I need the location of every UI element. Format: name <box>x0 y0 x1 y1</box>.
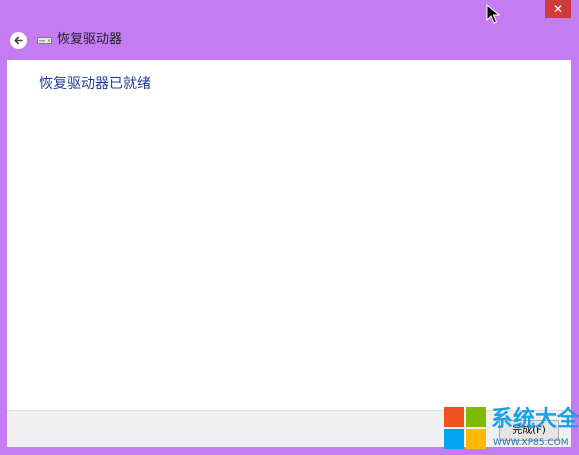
title-bar: 恢复驱动器 <box>10 30 122 50</box>
page-title: 恢复驱动器已就绪 <box>39 76 151 92</box>
back-arrow-icon <box>14 36 23 44</box>
windows-logo-icon <box>444 407 488 453</box>
watermark-logo: 系统大全 WWW.XP85.COM <box>444 405 579 455</box>
watermark-url: WWW.XP85.COM <box>493 438 569 448</box>
main-content: 恢复驱动器已就绪 <box>7 60 571 410</box>
drive-icon <box>37 36 52 45</box>
mouse-cursor-icon <box>486 4 500 24</box>
window-title: 恢复驱动器 <box>57 32 123 47</box>
close-icon: ✕ <box>552 2 564 16</box>
close-button[interactable]: ✕ <box>545 0 571 18</box>
recovery-drive-window: ✕ 恢复驱动器 恢复驱动器已就绪 完成(F) 系统大全 WWW.XP85.COM <box>0 0 579 455</box>
watermark-brand: 系统大全 <box>491 406 579 432</box>
back-button[interactable] <box>10 31 27 49</box>
